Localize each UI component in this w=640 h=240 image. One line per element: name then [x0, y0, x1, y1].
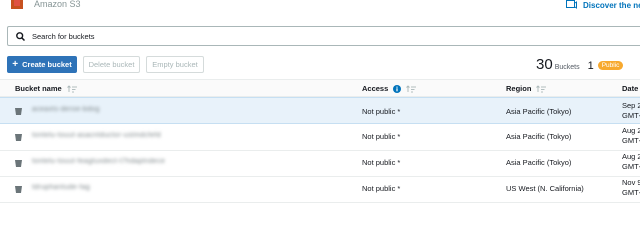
- access-cell: Not public *: [362, 132, 401, 141]
- region-cell: US West (N. California): [506, 184, 584, 193]
- bucket-name[interactable]: tontelu-touut-feagtuxdect-t7hdaplndece: [32, 158, 165, 165]
- app-title: Amazon S3: [34, 0, 81, 9]
- sort-icon[interactable]: [66, 84, 77, 93]
- region-cell: Asia Pacific (Tokyo): [506, 158, 572, 167]
- delete-bucket-button[interactable]: Delete bucket: [83, 56, 140, 73]
- access-cell: Not public *: [362, 184, 401, 193]
- table-row[interactable]: tdruphantude-fag Not public * US West (N…: [0, 176, 640, 203]
- top-bar: Amazon S3 Discover the new: [0, 0, 640, 22]
- region-cell: Asia Pacific (Tokyo): [506, 132, 572, 141]
- sort-icon[interactable]: [536, 84, 547, 93]
- discover-link[interactable]: Discover the new: [566, 0, 640, 11]
- table-row[interactable]: aceaxts-deroe-bdog Not public * Asia Pac…: [0, 97, 640, 124]
- date-cell: Sep 2 GMT+: [622, 101, 640, 121]
- date-line: Sep 2: [622, 101, 640, 110]
- public-badge: Public: [597, 61, 624, 70]
- delete-bucket-label: Delete bucket: [88, 60, 135, 69]
- column-label-region: Region: [506, 84, 532, 93]
- date-line: Aug 2: [622, 126, 640, 135]
- search-box[interactable]: [7, 26, 640, 46]
- timezone-line: GMT+: [622, 136, 640, 145]
- buckets-label: Buckets: [554, 64, 580, 71]
- empty-bucket-label: Empty bucket: [152, 60, 198, 69]
- date-line: Aug 2: [622, 152, 640, 161]
- create-bucket-button[interactable]: + Create bucket: [7, 56, 77, 73]
- create-bucket-label: Create bucket: [22, 60, 72, 69]
- s3-logo-icon: [11, 0, 23, 9]
- bucket-name[interactable]: tdruphantude-fag: [32, 184, 90, 191]
- timezone-line: GMT+: [622, 111, 640, 120]
- timezone-line: GMT+: [622, 188, 640, 197]
- bucket-name[interactable]: aceaxts-deroe-bdog: [32, 106, 100, 113]
- bucket-summary: 30 Buckets 1 Public: [536, 56, 624, 74]
- public-count: 1: [587, 60, 594, 72]
- column-header-bucket-name[interactable]: Bucket name: [15, 84, 77, 93]
- search-icon: [16, 32, 25, 41]
- bucket-icon: [15, 160, 22, 167]
- column-header-access[interactable]: Access: [362, 84, 417, 93]
- column-label-bucket-name: Bucket name: [15, 84, 62, 93]
- access-cell: Not public *: [362, 158, 401, 167]
- search-input[interactable]: [32, 29, 432, 43]
- plus-icon: +: [12, 58, 19, 70]
- discover-label: Discover the new: [583, 0, 640, 10]
- column-label-date: Date: [622, 84, 639, 93]
- date-cell: Nov 9 GMT+: [622, 178, 640, 198]
- date-cell: Aug 2 GMT+: [622, 126, 640, 146]
- bucket-icon: [15, 186, 22, 193]
- info-icon[interactable]: [393, 84, 402, 93]
- bucket-icon: [15, 108, 22, 115]
- table-row[interactable]: tontelu-touut-feagtuxdect-t7hdaplndece N…: [0, 150, 640, 177]
- date-line: Nov 9: [622, 178, 640, 187]
- region-cell: Asia Pacific (Tokyo): [506, 107, 572, 116]
- column-header-region[interactable]: Region: [506, 84, 547, 93]
- access-cell: Not public *: [362, 107, 401, 116]
- bucket-count: 30: [536, 56, 553, 73]
- date-cell: Aug 2 GMT+: [622, 152, 640, 172]
- bucket-icon: [15, 134, 22, 141]
- timezone-line: GMT+: [622, 162, 640, 171]
- empty-bucket-button[interactable]: Empty bucket: [146, 56, 204, 73]
- column-label-access: Access: [362, 84, 389, 93]
- table-row[interactable]: tontelu-touut-asacntductor-ustmdcfefd No…: [0, 124, 640, 151]
- table-header: Bucket name Access Region Date: [0, 79, 640, 97]
- bucket-name[interactable]: tontelu-touut-asacntductor-ustmdcfefd: [32, 132, 161, 139]
- sort-icon[interactable]: [406, 84, 417, 93]
- column-header-date[interactable]: Date: [622, 84, 638, 93]
- monitor-icon: [566, 0, 577, 9]
